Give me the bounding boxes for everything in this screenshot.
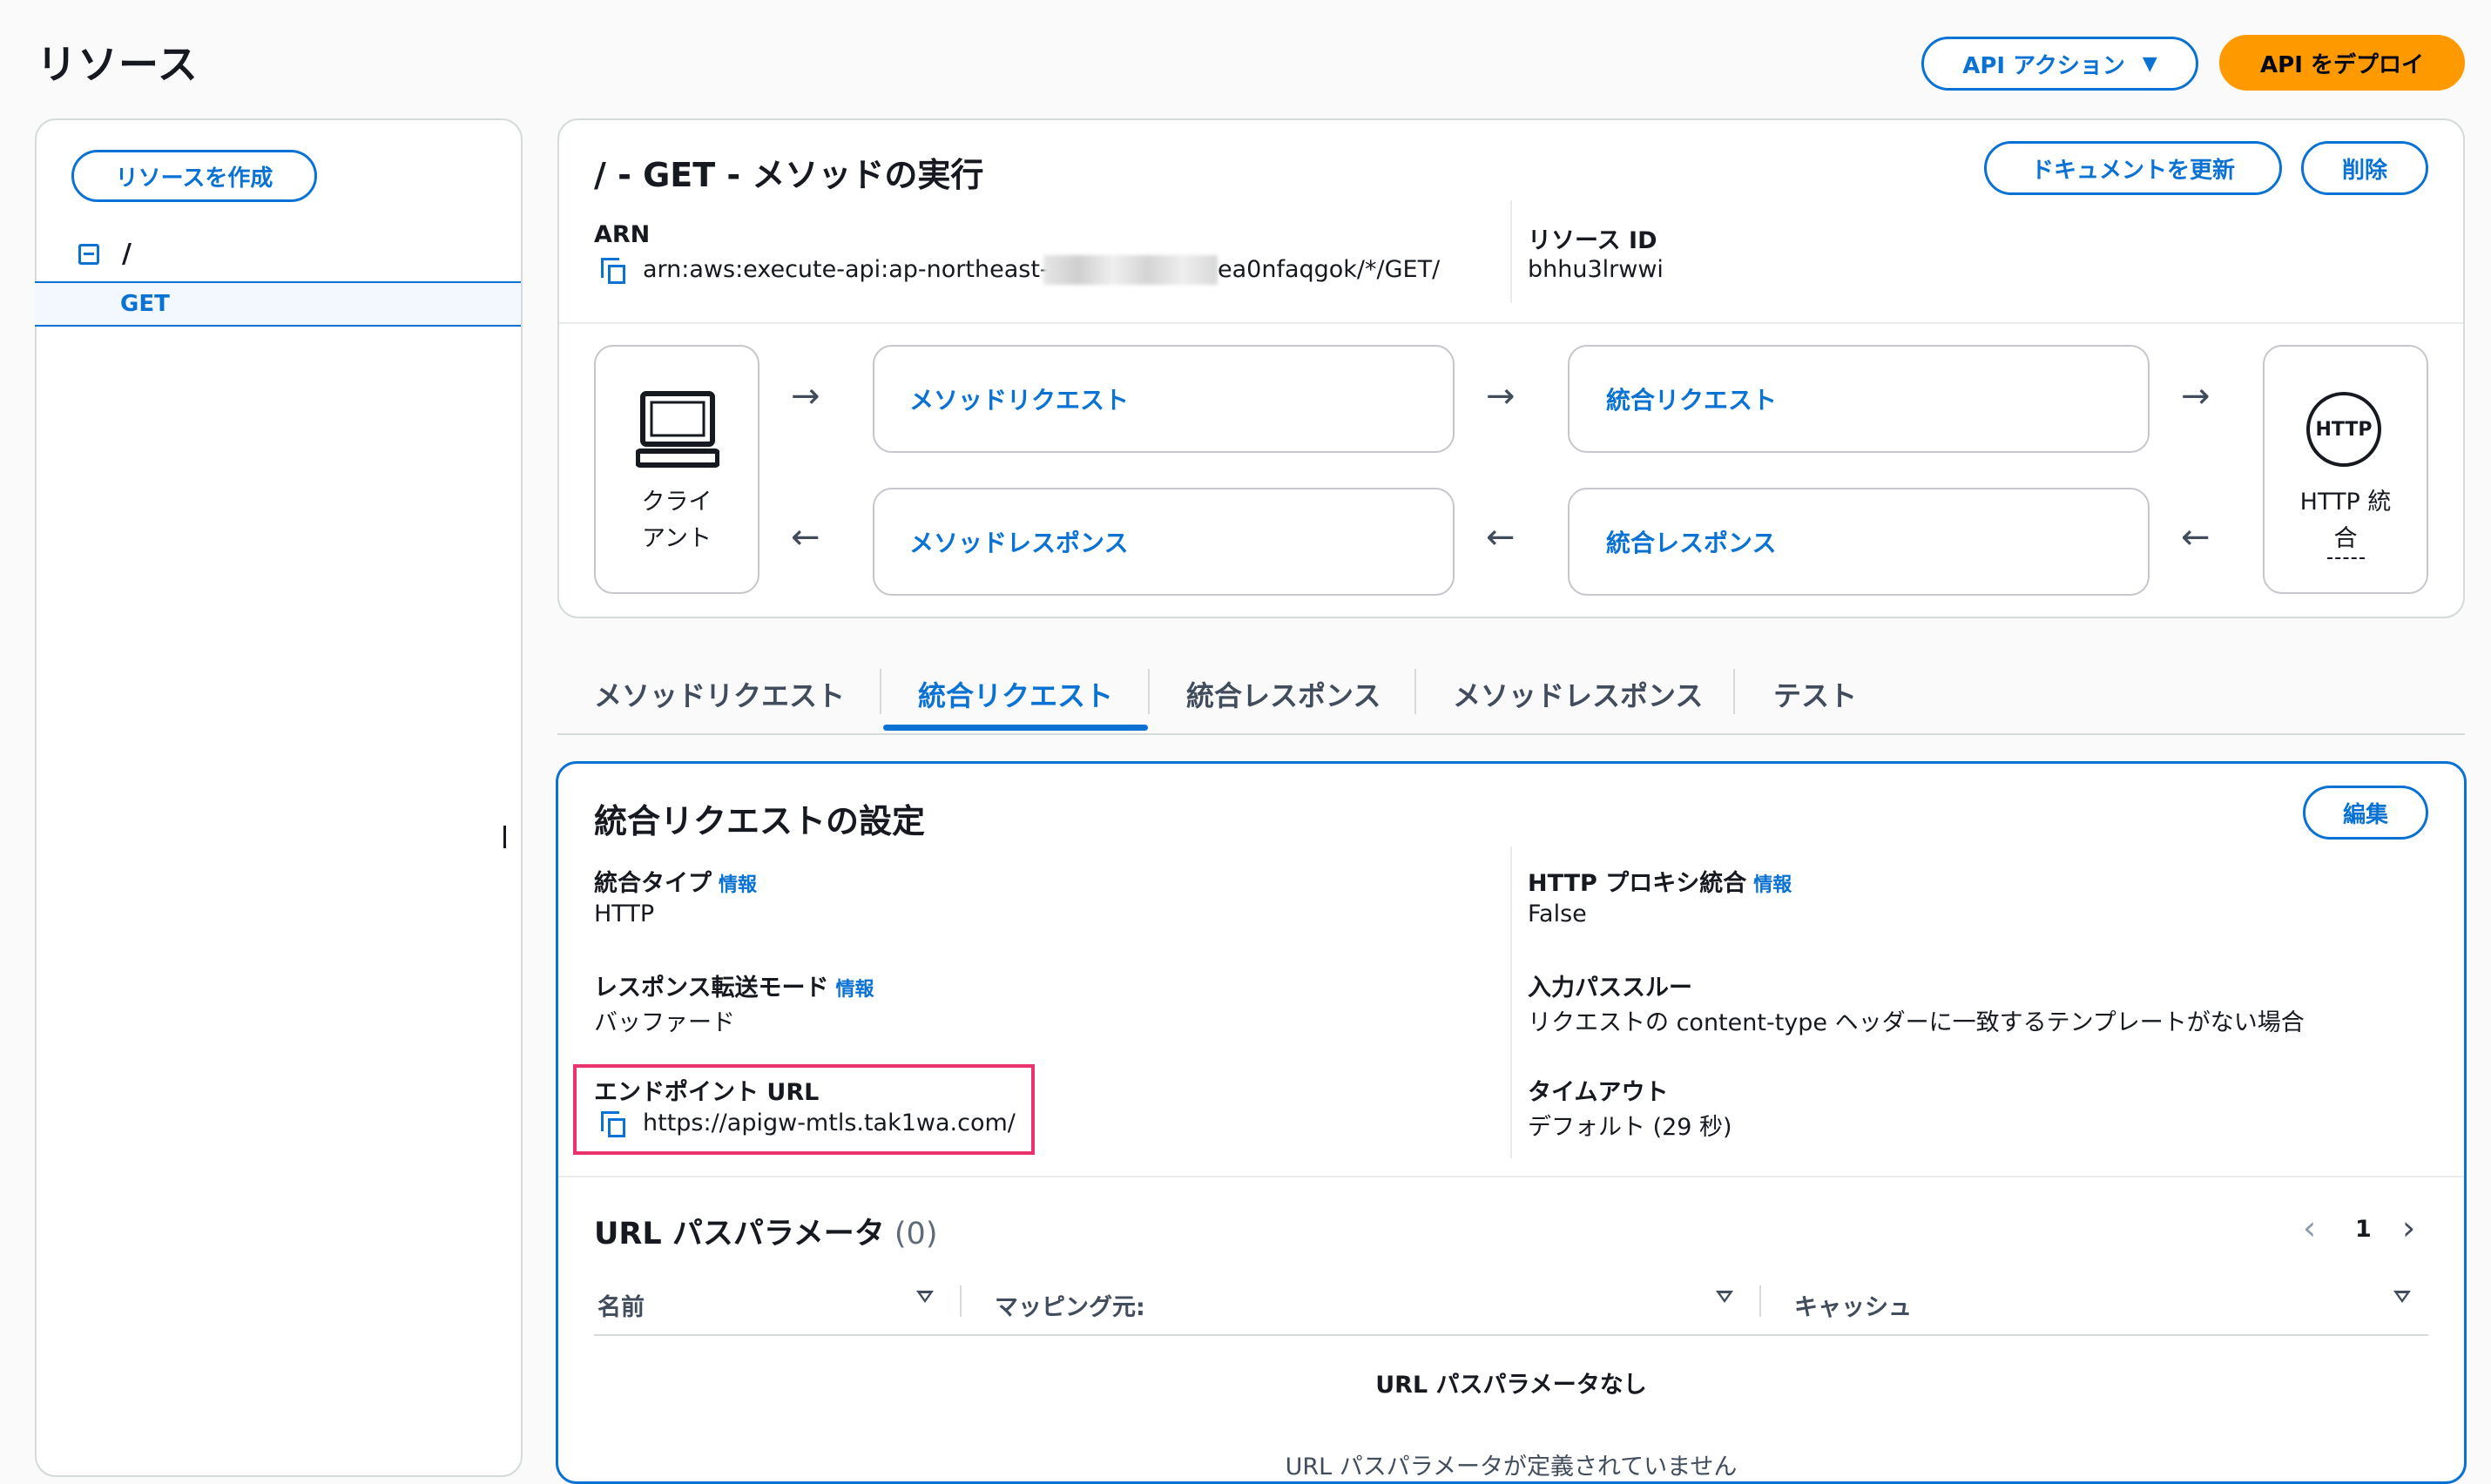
sort-icon[interactable] [916, 1291, 934, 1303]
path-params-count: (0) [894, 1217, 938, 1251]
client-box: クライ アント [594, 345, 759, 594]
column-header-name[interactable]: 名前 [597, 1288, 645, 1322]
arrow-right-icon: → [791, 376, 820, 416]
path-params-header: URL パスパラメータ (0) [594, 1209, 937, 1253]
tab-integration-response[interactable]: 統合レスポンス [1186, 674, 1381, 714]
tab-method-request[interactable]: メソッドリクエスト [594, 674, 845, 714]
collapse-icon[interactable] [78, 243, 99, 265]
response-transfer-field: レスポンス転送モード 情報 [594, 968, 874, 1002]
integration-settings-title: 統合リクエストの設定 [594, 802, 926, 840]
tab-bar-divider [557, 733, 2465, 735]
integration-request-card[interactable]: 統合リクエスト [1568, 345, 2150, 453]
integration-response-card[interactable]: 統合レスポンス [1568, 488, 2150, 596]
arn-prefix: arn:aws:execute-api:ap-northeast-1: [643, 256, 1071, 283]
method-request-card[interactable]: メソッドリクエスト [873, 345, 1455, 453]
tab-separator [1414, 669, 1416, 714]
http-integration-box: HTTP HTTP 統 合 [2263, 345, 2428, 594]
pagination-current-page[interactable]: 1 [2355, 1216, 2372, 1243]
tab-method-response[interactable]: メソッドレスポンス [1453, 674, 1703, 714]
method-title: / - GET - メソッドの実行 [594, 156, 984, 194]
resource-id-label: リソース ID [1528, 227, 1657, 254]
method-request-link[interactable]: メソッドリクエスト [909, 381, 1129, 416]
client-label: クライ アント [596, 484, 758, 557]
redacted-account-id [1043, 255, 1218, 285]
divider [1510, 847, 1512, 1158]
http-label-line2: 合 [2326, 521, 2365, 559]
integration-type-field: 統合タイプ 情報 [594, 864, 757, 898]
arn-suffix: ea0nfaqgok/*/GET/ [1218, 256, 1441, 283]
pagination-prev-icon[interactable]: ‹ [2303, 1209, 2316, 1247]
highlight-box [573, 1064, 1035, 1155]
table-header-divider [594, 1334, 2428, 1336]
timeout-label: タイムアウト [1528, 1079, 1669, 1106]
copy-icon[interactable] [601, 258, 629, 287]
arrow-right-icon: → [2181, 376, 2211, 416]
info-link[interactable]: 情報 [719, 874, 757, 896]
laptop-icon [636, 391, 719, 468]
tree-root-label: / [122, 239, 132, 269]
arrow-left-icon: ← [791, 517, 820, 557]
client-label-line1: クライ [641, 489, 712, 516]
integration-type-label: 統合タイプ [594, 870, 712, 897]
http-proxy-field: HTTP プロキシ統合 情報 [1528, 864, 1792, 898]
passthrough-value: リクエストの content-type ヘッダーに一致するテンプレートがない場合 [1528, 1009, 2305, 1036]
arrow-left-icon: ← [2181, 517, 2211, 557]
client-label-line2: アント [642, 525, 712, 552]
http-label-line1: HTTP 統 [2299, 489, 2392, 516]
active-tab-indicator [883, 725, 1148, 731]
http-proxy-value: False [1528, 901, 1587, 928]
deploy-api-button[interactable]: API をデプロイ [2219, 35, 2465, 91]
http-integration-label: HTTP 統 合 [2265, 484, 2427, 559]
response-transfer-value: バッファード [594, 1009, 735, 1036]
delete-button[interactable]: 削除 [2301, 141, 2428, 195]
column-divider[interactable] [1759, 1285, 1761, 1317]
tab-separator [880, 669, 881, 714]
integration-type-value: HTTP [594, 901, 655, 928]
resize-handle[interactable] [503, 826, 506, 848]
resource-id-value: bhhu3lrwwi [1528, 256, 1664, 283]
divider [558, 1176, 2464, 1177]
page-title: リソース [37, 41, 199, 88]
http-icon: HTTP [2306, 392, 2381, 467]
response-transfer-label: レスポンス転送モード [594, 975, 829, 1002]
tree-item-get[interactable]: GET [35, 281, 521, 327]
arrow-left-icon: ← [1486, 517, 1516, 557]
timeout-value: デフォルト (29 秒) [1528, 1114, 1732, 1141]
create-resource-button[interactable]: リソースを作成 [71, 150, 317, 202]
passthrough-label: 入力パススルー [1528, 975, 1692, 1002]
divider [1510, 200, 1512, 303]
tree-item-get-label: GET [120, 291, 170, 317]
tab-integration-request[interactable]: 統合リクエスト [918, 674, 1113, 714]
method-response-card[interactable]: メソッドレスポンス [873, 488, 1455, 596]
info-link[interactable]: 情報 [1753, 874, 1792, 896]
api-actions-button[interactable]: API アクション ▼ [1921, 37, 2198, 91]
arrow-right-icon: → [1486, 376, 1516, 416]
tab-separator [1733, 669, 1735, 714]
empty-state-detail: URL パスパラメータが定義されていません [1285, 1454, 1738, 1481]
info-link[interactable]: 情報 [835, 979, 874, 1001]
empty-state-title: URL パスパラメータなし [1375, 1372, 1647, 1399]
pagination-next-icon[interactable]: › [2402, 1209, 2415, 1247]
edit-button[interactable]: 編集 [2303, 786, 2428, 840]
tree-root[interactable]: / [78, 239, 132, 269]
caret-down-icon: ▼ [2142, 52, 2157, 75]
api-actions-label: API アクション [1962, 52, 2125, 79]
tab-test[interactable]: テスト [1773, 674, 1857, 714]
update-documentation-button[interactable]: ドキュメントを更新 [1984, 141, 2282, 195]
http-proxy-label: HTTP プロキシ統合 [1528, 870, 1747, 897]
sort-icon[interactable] [2393, 1291, 2411, 1303]
path-params-title: URL パスパラメータ [594, 1217, 885, 1251]
column-header-mapping-source[interactable]: マッピング元: [995, 1288, 1145, 1322]
integration-response-link[interactable]: 統合レスポンス [1606, 524, 1776, 559]
method-response-link[interactable]: メソッドレスポンス [909, 524, 1128, 559]
arn-label: ARN [594, 221, 651, 248]
column-divider[interactable] [960, 1285, 962, 1317]
tab-separator [1148, 669, 1150, 714]
divider [559, 322, 2463, 324]
column-header-cache[interactable]: キャッシュ [1794, 1288, 1912, 1322]
integration-request-link[interactable]: 統合リクエスト [1606, 381, 1777, 416]
sort-icon[interactable] [1716, 1291, 1733, 1303]
